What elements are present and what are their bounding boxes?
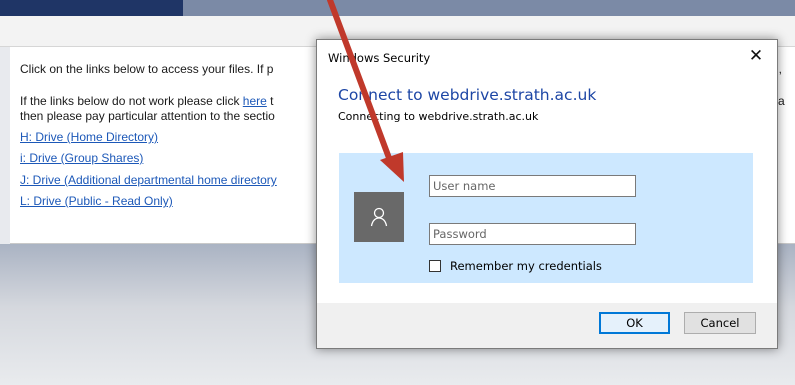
instructions-line-2-text: If the links below do not work please cl… <box>20 94 243 108</box>
dialog-subtext: Connecting to webdrive.strath.ac.uk <box>338 110 539 123</box>
instructions-line-3: then please pay particular attention to … <box>20 109 275 123</box>
remember-credentials-checkbox[interactable] <box>429 260 441 272</box>
instructions-line-2: If the links below do not work please cl… <box>20 94 273 108</box>
ok-button[interactable]: OK <box>599 312 670 334</box>
i-drive-link[interactable]: i: Drive (Group Shares) <box>20 151 143 165</box>
close-icon[interactable]: ✕ <box>741 44 771 68</box>
user-icon-glyph <box>370 207 388 227</box>
cancel-button[interactable]: Cancel <box>684 312 756 334</box>
dialog-title: Windows Security <box>328 51 431 65</box>
dialog-footer: OK Cancel <box>317 303 777 348</box>
here-link[interactable]: here <box>243 94 267 108</box>
h-drive-link[interactable]: H: Drive (Home Directory) <box>20 130 158 144</box>
username-field[interactable] <box>429 175 636 197</box>
remember-credentials-label[interactable]: Remember my credentials <box>450 259 602 273</box>
password-field[interactable] <box>429 223 636 245</box>
j-drive-link[interactable]: J: Drive (Additional departmental home d… <box>20 173 277 187</box>
l-drive-link[interactable]: L: Drive (Public - Read Only) <box>20 194 173 208</box>
instructions-line-1: Click on the links below to access your … <box>20 62 274 76</box>
remember-credentials-row[interactable]: Remember my credentials <box>429 259 602 273</box>
windows-security-dialog: Windows Security ✕ Connect to webdrive.s… <box>316 39 778 349</box>
user-icon <box>354 192 404 242</box>
site-header-accent <box>0 0 183 16</box>
dialog-heading: Connect to webdrive.strath.ac.uk <box>338 86 597 104</box>
instructions-line-2-post: t <box>266 94 274 108</box>
credential-panel: Remember my credentials <box>339 153 753 283</box>
